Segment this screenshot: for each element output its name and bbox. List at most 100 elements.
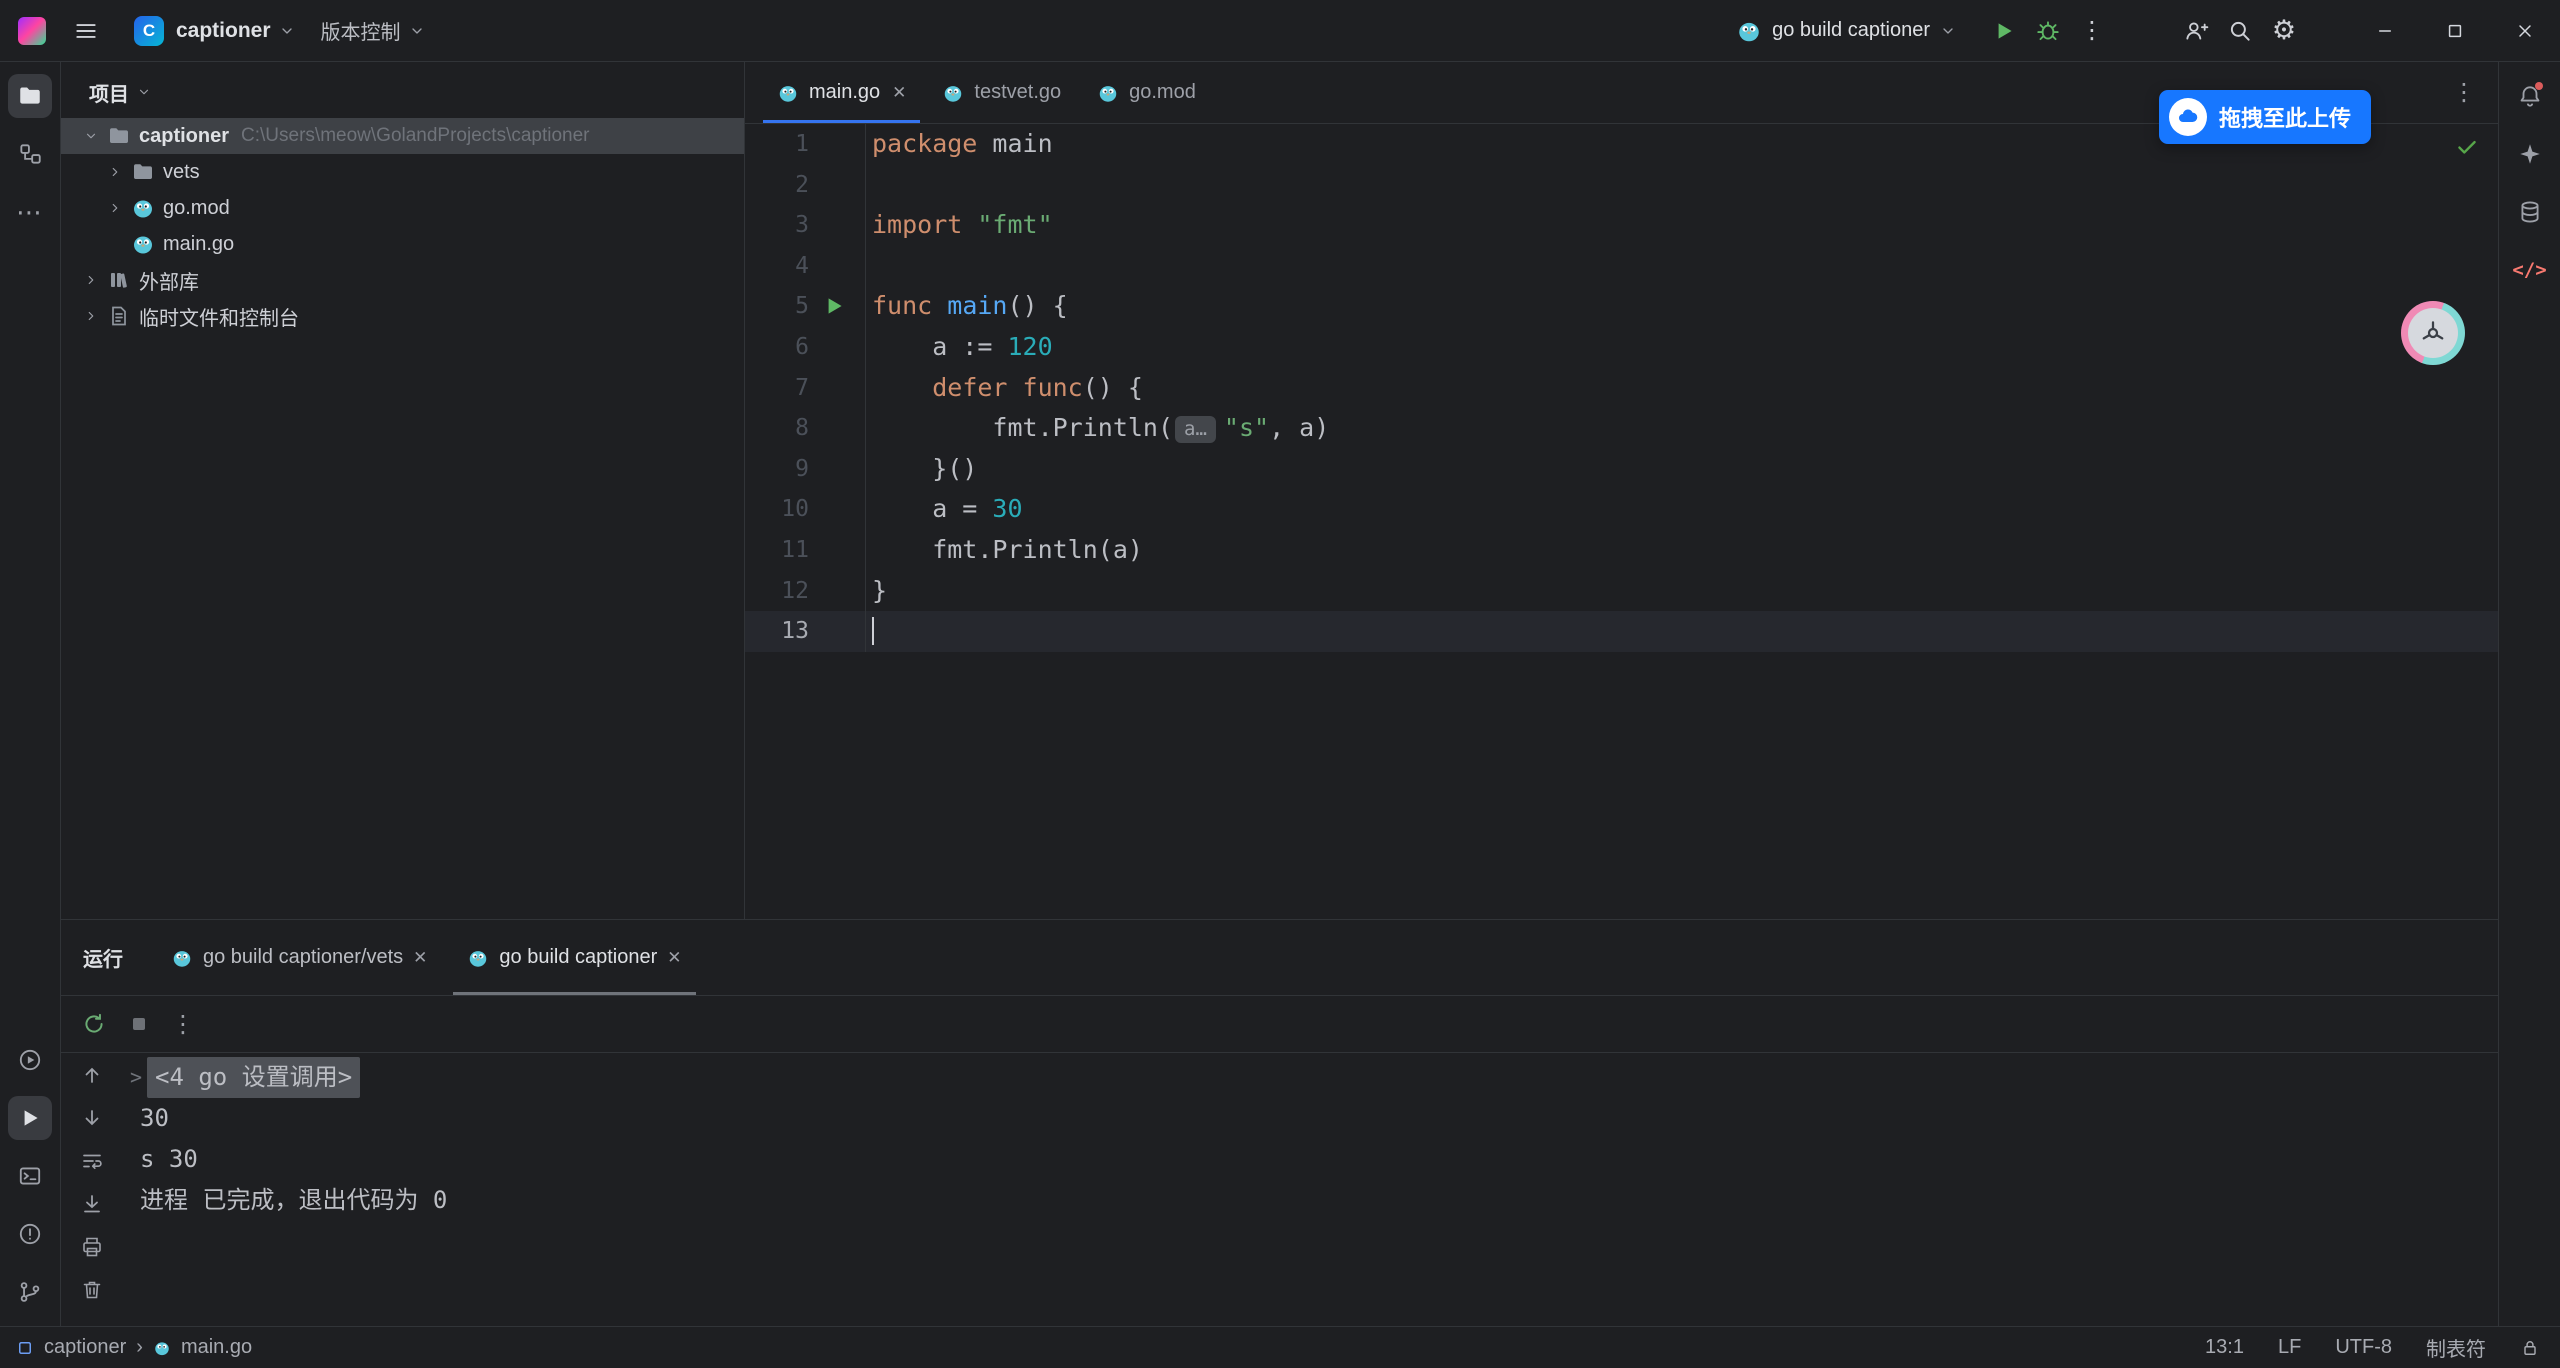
maximize-button[interactable]	[2420, 0, 2490, 62]
tab-testvet-go[interactable]: testvet.go	[924, 62, 1079, 123]
ai-assistant-button[interactable]	[2508, 132, 2552, 176]
run-configuration-selector[interactable]: go build captioner	[1736, 18, 1956, 44]
database-button[interactable]	[2508, 190, 2552, 234]
code-line[interactable]: 11 fmt.Println(a)	[745, 530, 2498, 571]
chevron-right-icon[interactable]	[79, 309, 103, 323]
project-panel-header[interactable]: 项目	[61, 66, 744, 118]
go-file-icon	[1097, 82, 1119, 104]
statusbar-breadcrumb[interactable]: captioner › main.go	[16, 1336, 252, 1359]
tree-row-maingo[interactable]: main.go	[61, 226, 744, 262]
main-menu-button[interactable]	[64, 9, 108, 53]
code-line[interactable]: 9 }()	[745, 449, 2498, 490]
tree-row-scratches[interactable]: 临时文件和控制台	[61, 298, 744, 334]
clear-console-icon[interactable]	[80, 1278, 104, 1302]
debug-button[interactable]	[2026, 9, 2070, 53]
titlebar-right: go build captioner ⋮	[1736, 0, 2560, 62]
file-encoding[interactable]: UTF-8	[2335, 1336, 2392, 1359]
up-stack-icon[interactable]	[80, 1063, 104, 1087]
run-console[interactable]: > <4 go 设置调用> 30 s 30 进程 已完成，退出代码为 0	[123, 1053, 2498, 1326]
project-widget[interactable]: C captioner	[134, 16, 295, 46]
go-file-icon	[131, 232, 155, 256]
more-tool-windows-button[interactable]: ⋯	[8, 190, 52, 234]
fold-expand-icon[interactable]: >	[127, 1057, 145, 1098]
floating-assistant-ball[interactable]	[2401, 301, 2465, 365]
code-editor[interactable]: 1 package main 2 3 import "fmt" 4	[745, 124, 2498, 919]
services-tool-button[interactable]	[8, 1038, 52, 1082]
lock-icon[interactable]	[2520, 1338, 2540, 1358]
tree-label: 外部库	[139, 266, 199, 295]
tree-row-gomod[interactable]: go.mod	[61, 190, 744, 226]
chevron-right-icon[interactable]	[103, 165, 127, 179]
run-button[interactable]	[1982, 9, 2026, 53]
code-line[interactable]: 2	[745, 165, 2498, 206]
run-panel-body: > <4 go 设置调用> 30 s 30 进程 已完成，退出代码为 0	[61, 1053, 2498, 1326]
project-panel-title: 项目	[89, 78, 129, 107]
tab-main-go[interactable]: main.go ✕	[759, 62, 924, 123]
search-everywhere-button[interactable]	[2218, 9, 2262, 53]
notification-dot	[2535, 82, 2543, 90]
stop-button[interactable]	[127, 1012, 151, 1036]
tree-row-captioner[interactable]: captioner C:\Users\meow\GolandProjects\c…	[61, 118, 744, 154]
code-line[interactable]: 12 }	[745, 571, 2498, 612]
more-actions-button[interactable]: ⋮	[2070, 9, 2114, 53]
more-icon: ⋯	[16, 197, 44, 228]
run-tab-captioner[interactable]: go build captioner ✕	[447, 920, 701, 995]
close-icon[interactable]: ✕	[413, 948, 427, 968]
settings-button[interactable]: ⚙	[2262, 9, 2306, 53]
add-user-button[interactable]	[2174, 9, 2218, 53]
code-line[interactable]: 10 a = 30	[745, 489, 2498, 530]
chevron-down-icon	[409, 23, 425, 39]
line-number: 6	[745, 327, 866, 368]
code-line[interactable]: 4	[745, 246, 2498, 287]
editor-options-button[interactable]: ⋮	[2430, 62, 2498, 123]
structure-tool-button[interactable]	[8, 132, 52, 176]
down-stack-icon[interactable]	[80, 1106, 104, 1130]
drag-upload-overlay[interactable]: 拖拽至此上传	[2159, 90, 2371, 144]
soft-wrap-icon[interactable]	[80, 1149, 104, 1173]
tab-go-mod[interactable]: go.mod	[1079, 62, 1214, 123]
print-icon[interactable]	[80, 1235, 104, 1259]
git-branch-icon	[17, 1279, 43, 1305]
rerun-button[interactable]	[81, 1011, 107, 1037]
scroll-to-end-icon[interactable]	[80, 1192, 104, 1216]
line-number: 12	[745, 571, 866, 612]
close-icon[interactable]: ✕	[667, 948, 681, 968]
kebab-icon[interactable]: ⋮	[171, 1010, 195, 1039]
tree-row-external-libraries[interactable]: 外部库	[61, 262, 744, 298]
line-ending[interactable]: LF	[2278, 1336, 2301, 1359]
indent-style[interactable]: 制表符	[2426, 1333, 2486, 1362]
minimize-button[interactable]	[2350, 0, 2420, 62]
endpoints-button[interactable]: </>	[2508, 248, 2552, 292]
run-tool-button[interactable]	[8, 1096, 52, 1140]
run-line-icon[interactable]	[821, 293, 847, 319]
code-line[interactable]: 7 defer func() {	[745, 368, 2498, 409]
project-tool-button[interactable]	[8, 74, 52, 118]
project-mini-icon	[16, 1339, 34, 1357]
close-button[interactable]	[2490, 0, 2560, 62]
chevron-right-icon[interactable]	[103, 201, 127, 215]
terminal-icon	[17, 1163, 43, 1189]
notifications-button[interactable]	[2508, 74, 2552, 118]
breadcrumb-file[interactable]: main.go	[181, 1336, 252, 1359]
chevron-down-icon[interactable]	[79, 129, 103, 143]
code-line-current[interactable]: 13	[745, 611, 2498, 652]
code-tag-icon: </>	[2512, 259, 2546, 281]
close-icon[interactable]: ✕	[892, 83, 906, 103]
go-file-icon	[777, 82, 799, 104]
inspections-ok-icon[interactable]	[2454, 134, 2480, 160]
console-folded-text[interactable]: <4 go 设置调用>	[147, 1057, 360, 1098]
terminal-tool-button[interactable]	[8, 1154, 52, 1198]
code-line[interactable]: 5 func main() {	[745, 286, 2498, 327]
chevron-right-icon[interactable]	[79, 273, 103, 287]
caret-position[interactable]: 13:1	[2205, 1336, 2244, 1359]
code-line[interactable]: 3 import "fmt"	[745, 205, 2498, 246]
problems-tool-button[interactable]	[8, 1212, 52, 1256]
line-number: 11	[745, 530, 866, 571]
code-line[interactable]: 6 a := 120	[745, 327, 2498, 368]
vcs-widget[interactable]: 版本控制	[321, 16, 425, 45]
run-tab-captioner-vets[interactable]: go build captioner/vets ✕	[151, 920, 447, 995]
code-line[interactable]: 8 fmt.Println(a…"s", a)	[745, 408, 2498, 449]
version-control-tool-button[interactable]	[8, 1270, 52, 1314]
breadcrumb-project[interactable]: captioner	[44, 1336, 126, 1359]
tree-row-vets[interactable]: vets	[61, 154, 744, 190]
